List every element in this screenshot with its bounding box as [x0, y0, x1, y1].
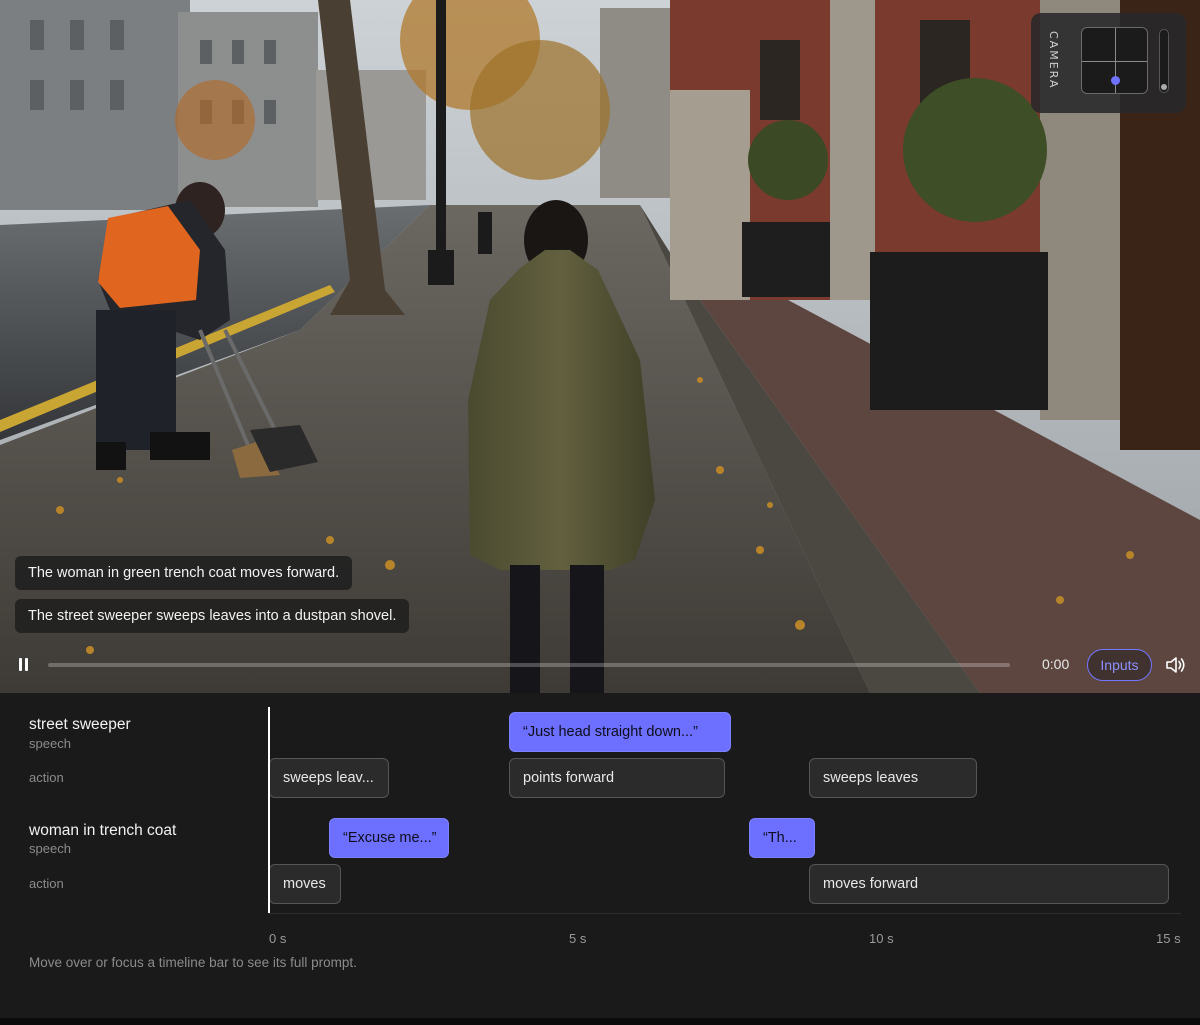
- camera-control[interactable]: CAMERA: [1031, 13, 1186, 113]
- action-bar[interactable]: moves forward: [809, 864, 1169, 904]
- bottom-edge: [0, 1018, 1200, 1025]
- timeline-axis: [268, 913, 1181, 914]
- time-tick-label: 0 s: [269, 931, 287, 946]
- speech-bar[interactable]: “Just head straight down...”: [509, 712, 731, 752]
- track-name-woman-trench-coat: woman in trench coat: [29, 822, 177, 839]
- time-tick-label: 10 s: [869, 931, 894, 946]
- camera-position-handle[interactable]: [1111, 76, 1120, 85]
- track-sub-speech: speech: [29, 736, 71, 751]
- pause-icon: [19, 658, 22, 671]
- track-name-street-sweeper: street sweeper: [29, 716, 131, 733]
- pause-button[interactable]: [14, 655, 34, 675]
- caption-sweeper: The street sweeper sweeps leaves into a …: [15, 599, 410, 633]
- video-player[interactable]: The woman in green trench coat moves for…: [0, 0, 1200, 693]
- inputs-button[interactable]: Inputs: [1087, 649, 1152, 681]
- camera-label: CAMERA: [1047, 31, 1060, 90]
- speech-bar[interactable]: “Th...: [749, 818, 815, 858]
- progress-scrubber[interactable]: [48, 663, 1010, 667]
- action-bar[interactable]: sweeps leaves: [809, 758, 977, 798]
- pause-icon-bar: [25, 658, 28, 671]
- volume-button[interactable]: [1165, 655, 1187, 675]
- timeline-panel: street sweeper speech action woman in tr…: [0, 693, 1200, 1018]
- player-controls: 0:00 Inputs: [0, 645, 1200, 685]
- track-sub-action: action: [29, 876, 64, 891]
- volume-icon: [1166, 657, 1185, 673]
- time-tick-label: 5 s: [569, 931, 587, 946]
- action-bar[interactable]: points forward: [509, 758, 725, 798]
- camera-pan-pad[interactable]: [1081, 27, 1148, 94]
- camera-zoom-slider[interactable]: [1159, 29, 1169, 93]
- time-tick-label: 15 s: [1156, 931, 1181, 946]
- track-sub-action: action: [29, 770, 64, 785]
- timeline-hint: Move over or focus a timeline bar to see…: [29, 955, 357, 970]
- action-bar[interactable]: sweeps leav...: [269, 758, 389, 798]
- track-sub-speech: speech: [29, 841, 71, 856]
- action-bar[interactable]: moves: [269, 864, 341, 904]
- playhead[interactable]: [268, 707, 270, 914]
- speech-bar[interactable]: “Excuse me...”: [329, 818, 449, 858]
- time-readout: 0:00: [1042, 656, 1070, 672]
- caption-woman: The woman in green trench coat moves for…: [15, 556, 353, 590]
- zoom-slider-knob[interactable]: [1161, 84, 1167, 90]
